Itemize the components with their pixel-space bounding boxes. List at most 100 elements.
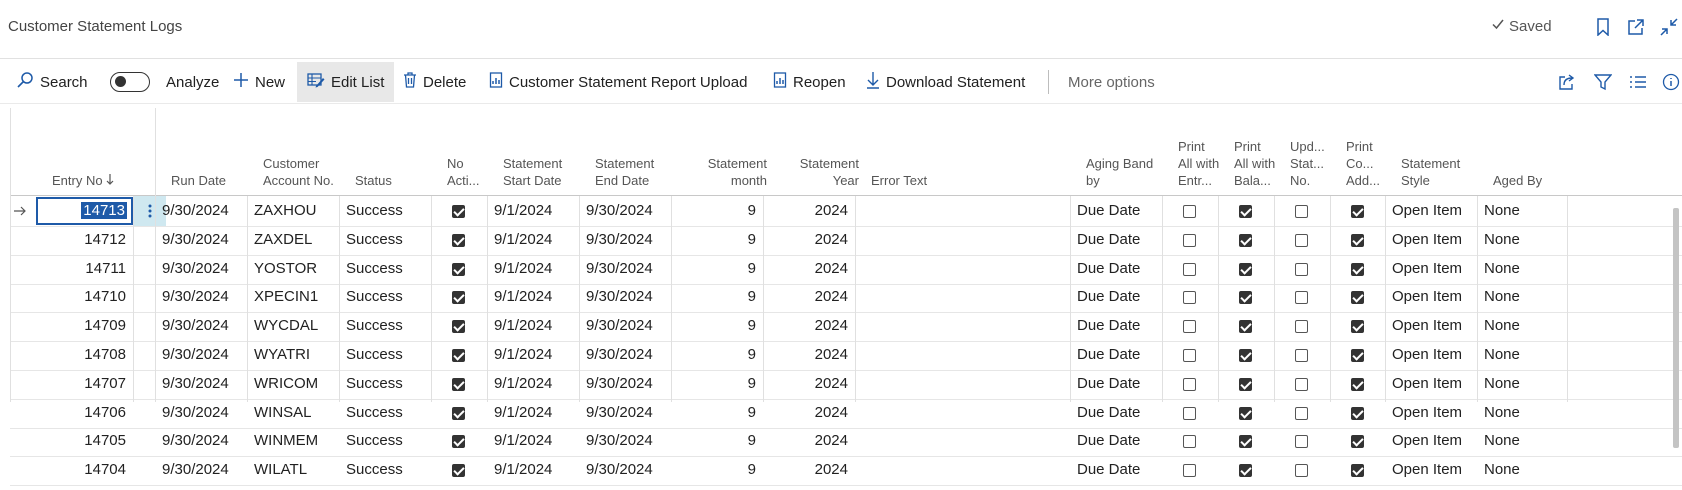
column-header-update-stat-no[interactable]: Upd... Stat... No. [1284,138,1340,196]
scrollbar-thumb[interactable] [1673,208,1679,448]
filter-icon[interactable] [1592,71,1614,93]
no-action-checkbox[interactable] [452,291,465,305]
aged-by-cell[interactable]: None [1477,398,1567,428]
print-company-checkbox[interactable] [1351,464,1364,478]
statement-style-cell[interactable]: Open Item [1385,340,1477,370]
aging-band-cell[interactable]: Due Date [1070,426,1162,456]
statement-style-cell[interactable]: Open Item [1385,254,1477,284]
customer-account-cell[interactable]: YOSTOR [247,254,339,284]
end-date-cell[interactable]: 9/30/2024 [579,311,671,341]
no-action-checkbox[interactable] [452,205,465,218]
new-button[interactable]: New [233,62,285,102]
print-company-checkbox[interactable] [1351,377,1364,391]
print-all-balance-checkbox[interactable] [1239,349,1252,362]
run-date-cell[interactable]: 9/30/2024 [155,426,247,456]
start-date-cell[interactable]: 9/1/2024 [487,398,579,428]
column-header-error-text[interactable]: Error Text [865,172,1080,196]
run-date-cell[interactable]: 9/30/2024 [155,196,247,226]
table-row[interactable]: 14706 9/30/2024 WINSAL Success 9/1/2024 9/30/… [10,398,1682,429]
aged-by-cell[interactable]: None [1477,225,1567,255]
delete-button[interactable]: Delete [403,62,466,102]
update-stat-checkbox[interactable] [1295,349,1308,362]
print-company-checkbox[interactable] [1351,406,1364,420]
table-row[interactable]: 14713 9/30/2024 ZAXHOU Success 9/1/2024 9/30/… [10,196,1682,227]
year-cell[interactable]: 2024 [763,254,855,284]
end-date-cell[interactable]: 9/30/2024 [579,225,671,255]
customer-account-cell[interactable]: WINMEM [247,426,339,456]
print-all-entries-checkbox[interactable] [1183,291,1196,305]
run-date-cell[interactable]: 9/30/2024 [155,311,247,341]
column-header-customer-account[interactable]: Customer Account No. [257,155,349,196]
year-cell[interactable]: 2024 [763,340,855,370]
print-company-checkbox[interactable] [1351,435,1364,449]
print-all-balance-checkbox[interactable] [1239,205,1252,218]
print-company-checkbox[interactable] [1351,320,1364,334]
update-stat-checkbox[interactable] [1295,320,1308,334]
aged-by-cell[interactable]: None [1477,455,1567,485]
aging-band-cell[interactable]: Due Date [1070,225,1162,255]
column-header-print-all-balance[interactable]: Print All with Bala... [1228,138,1284,196]
print-all-entries-checkbox[interactable] [1183,262,1196,276]
aged-by-cell[interactable]: None [1477,254,1567,284]
month-cell[interactable]: 9 [671,311,763,341]
customer-account-cell[interactable]: WILATL [247,455,339,485]
customer-account-cell[interactable]: WINSAL [247,398,339,428]
statement-style-cell[interactable]: Open Item [1385,369,1477,399]
more-options-button[interactable]: More options [1068,62,1155,102]
column-header-aging-band[interactable]: Aging Band by [1080,155,1172,196]
run-date-cell[interactable]: 9/30/2024 [155,254,247,284]
print-all-balance-checkbox[interactable] [1239,320,1252,334]
customer-account-cell[interactable]: WRICOM [247,369,339,399]
column-header-year[interactable]: Statement Year [773,155,865,196]
status-cell[interactable]: Success [339,455,431,485]
entry-no-cell[interactable]: 14710 [36,282,133,312]
print-company-checkbox[interactable] [1351,349,1364,362]
end-date-cell[interactable]: 9/30/2024 [579,426,671,456]
start-date-cell[interactable]: 9/1/2024 [487,426,579,456]
year-cell[interactable]: 2024 [763,426,855,456]
year-cell[interactable]: 2024 [763,369,855,399]
month-cell[interactable]: 9 [671,254,763,284]
bookmark-icon[interactable] [1592,16,1614,38]
entry-no-cell[interactable]: 14705 [36,426,133,456]
share-icon[interactable] [1556,71,1578,93]
statement-style-cell[interactable]: Open Item [1385,426,1477,456]
month-cell[interactable]: 9 [671,340,763,370]
start-date-cell[interactable]: 9/1/2024 [487,455,579,485]
aged-by-cell[interactable]: None [1477,369,1567,399]
customer-account-cell[interactable]: WYCDAL [247,311,339,341]
run-date-cell[interactable]: 9/30/2024 [155,398,247,428]
error-text-cell[interactable] [855,369,1070,399]
print-company-checkbox[interactable] [1351,262,1364,276]
print-all-balance-checkbox[interactable] [1239,262,1252,276]
column-header-end-date[interactable]: Statement End Date [589,155,681,196]
print-all-entries-checkbox[interactable] [1183,320,1196,334]
start-date-cell[interactable]: 9/1/2024 [487,282,579,312]
year-cell[interactable]: 2024 [763,225,855,255]
no-action-checkbox[interactable] [452,464,465,478]
start-date-cell[interactable]: 9/1/2024 [487,369,579,399]
print-all-entries-checkbox[interactable] [1183,435,1196,449]
no-action-checkbox[interactable] [452,320,465,334]
download-statement-button[interactable]: Download Statement [866,62,1025,102]
error-text-cell[interactable] [855,254,1070,284]
statement-upload-button[interactable]: Customer Statement Report Upload [489,62,747,102]
month-cell[interactable]: 9 [671,426,763,456]
column-header-month[interactable]: Statement month [681,155,773,196]
print-all-entries-checkbox[interactable] [1183,464,1196,478]
print-company-checkbox[interactable] [1351,233,1364,247]
year-cell[interactable]: 2024 [763,311,855,341]
print-company-checkbox[interactable] [1351,291,1364,305]
status-cell[interactable]: Success [339,225,431,255]
end-date-cell[interactable]: 9/30/2024 [579,455,671,485]
no-action-checkbox[interactable] [452,406,465,420]
table-row[interactable]: 14705 9/30/2024 WINMEM Success 9/1/2024 9/30/… [10,426,1682,458]
print-all-balance-checkbox[interactable] [1239,435,1252,449]
status-cell[interactable]: Success [339,254,431,284]
entry-no-input[interactable]: 14713 [36,197,133,225]
statement-style-cell[interactable]: Open Item [1385,455,1477,485]
entry-no-cell[interactable]: 14707 [36,369,133,399]
customer-account-cell[interactable]: XPECIN1 [247,282,339,312]
aging-band-cell[interactable]: Due Date [1070,398,1162,428]
run-date-cell[interactable]: 9/30/2024 [155,340,247,370]
